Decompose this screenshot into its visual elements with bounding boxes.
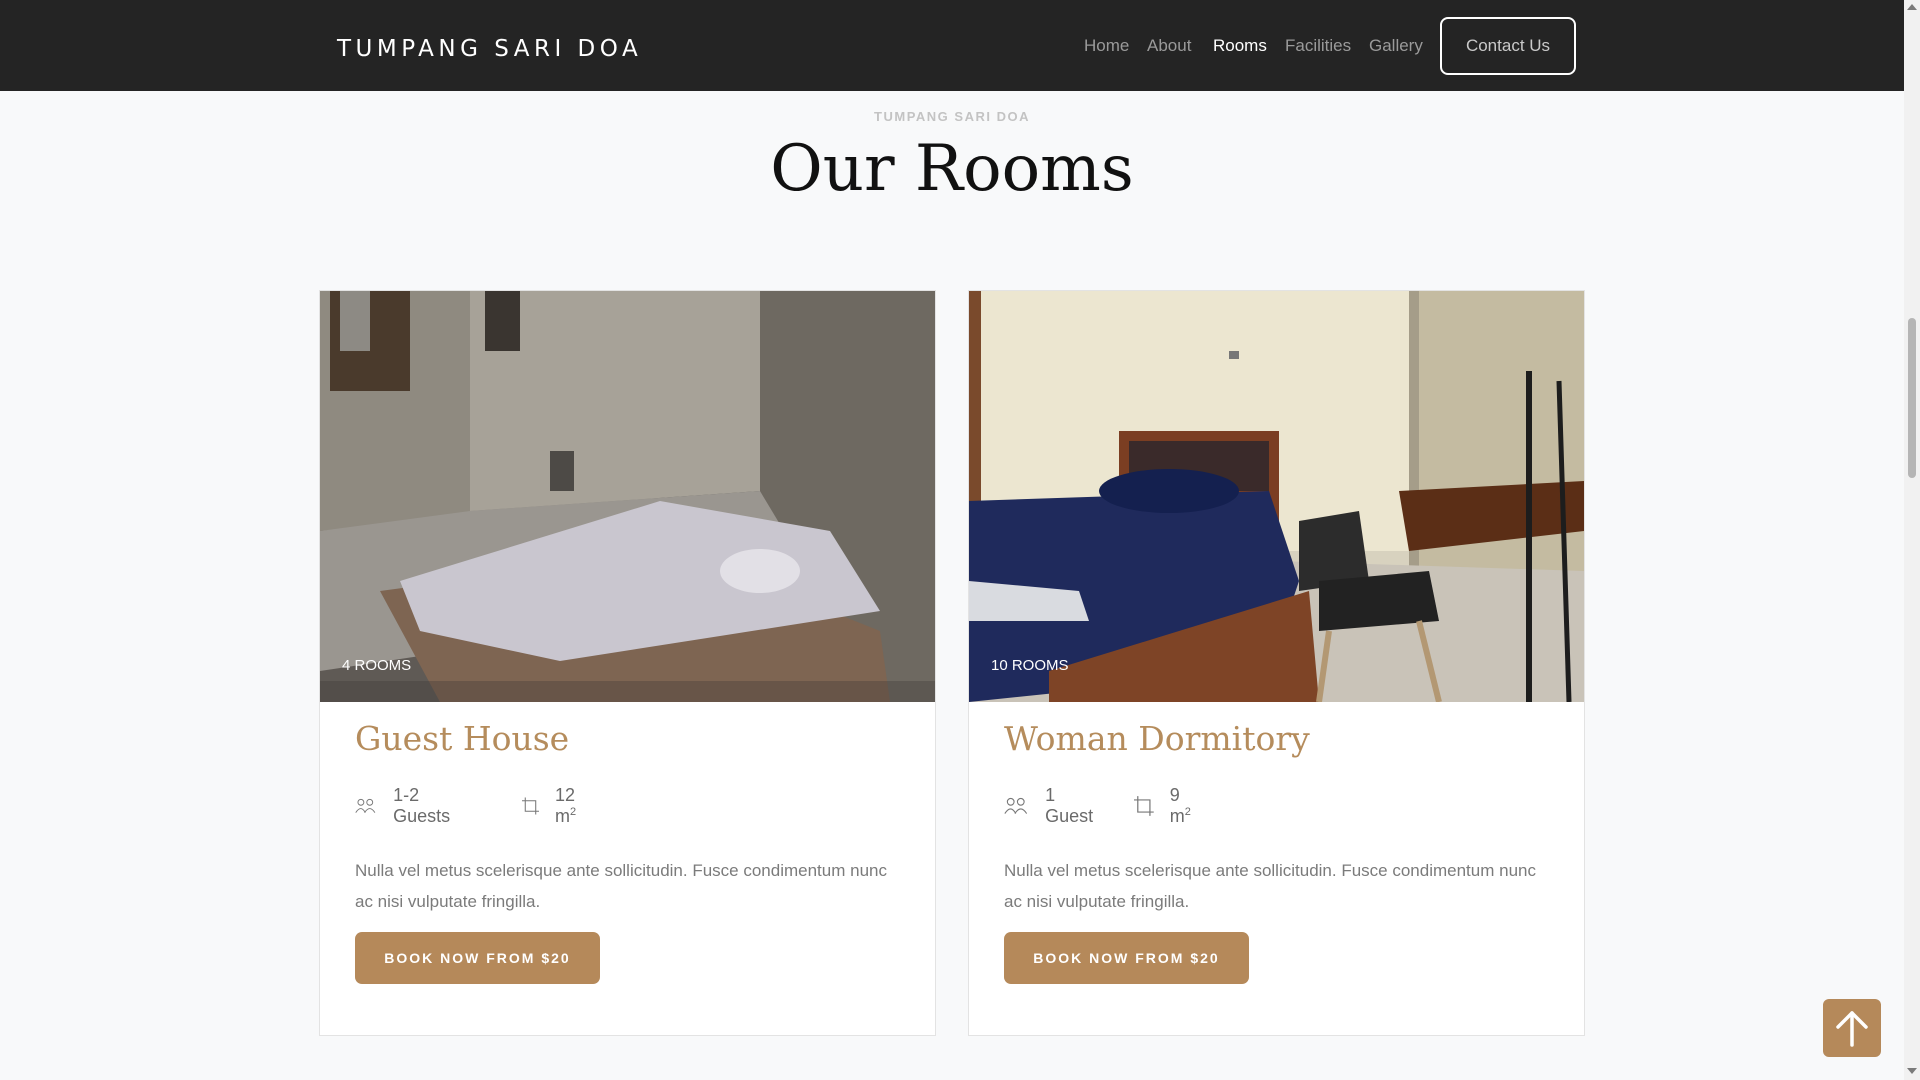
- arrow-up-icon: [1836, 1011, 1868, 1047]
- size-info: 12 m2: [522, 785, 585, 827]
- size-label: 12 m2: [554, 785, 577, 826]
- section-title: Our Rooms: [770, 132, 1134, 206]
- navbar: TUMPANG SARI DOA Home About Rooms Facili…: [0, 0, 1904, 91]
- rooms-count-badge: 10 ROOMS: [991, 657, 1069, 674]
- size-info: 9 m2: [1134, 785, 1197, 827]
- room-card-guest-house: 4 ROOMS Guest House 1-2 Guests 12 m2 Nul…: [319, 290, 936, 1036]
- size-label: 9 m2: [1169, 785, 1191, 826]
- nav-link-gallery[interactable]: Gallery: [1369, 36, 1423, 56]
- nav-link-about[interactable]: About: [1147, 36, 1191, 56]
- guests-info: 1-2 Guests: [355, 785, 458, 827]
- scroll-down-arrow[interactable]: [1907, 1068, 1917, 1074]
- room-description: Nulla vel metus scelerisque ante sollici…: [1004, 861, 1536, 911]
- room-description: Nulla vel metus scelerisque ante sollici…: [355, 861, 887, 911]
- book-now-button[interactable]: BOOK NOW FROM $20: [355, 932, 600, 984]
- users-icon: [1004, 797, 1028, 814]
- room-image[interactable]: 4 ROOMS: [320, 291, 935, 702]
- room-photo-guest-house: [320, 291, 935, 702]
- room-image[interactable]: 10 ROOMS: [969, 291, 1584, 702]
- scroll-thumb[interactable]: [1908, 318, 1916, 478]
- scroll-up-arrow[interactable]: [1907, 4, 1917, 10]
- room-photo-woman-dormitory: [969, 291, 1584, 702]
- guests-label: 1 Guest: [1045, 785, 1094, 826]
- crop-icon: [1134, 796, 1154, 816]
- rooms-count-badge: 4 ROOMS: [342, 657, 412, 674]
- scrollbar[interactable]: [1904, 0, 1920, 1080]
- nav-link-home[interactable]: Home: [1084, 36, 1129, 56]
- section-eyebrow: TUMPANG SARI DOA: [874, 109, 1030, 124]
- back-to-top-button[interactable]: [1823, 999, 1881, 1057]
- room-title[interactable]: Woman Dormitory: [1004, 719, 1310, 758]
- contact-us-button[interactable]: Contact Us: [1440, 17, 1576, 75]
- room-card-woman-dormitory: 10 ROOMS Woman Dormitory 1 Guest 9 m2 Nu…: [968, 290, 1585, 1036]
- nav-link-facilities[interactable]: Facilities: [1285, 36, 1351, 56]
- guests-info: 1 Guest: [1004, 785, 1098, 827]
- book-now-button[interactable]: BOOK NOW FROM $20: [1004, 932, 1249, 984]
- brand-logo[interactable]: TUMPANG SARI DOA: [337, 36, 642, 62]
- users-icon: [355, 798, 376, 813]
- room-title[interactable]: Guest House: [355, 719, 569, 758]
- guests-label: 1-2 Guests: [393, 785, 451, 826]
- crop-icon: [522, 797, 539, 815]
- nav-link-rooms[interactable]: Rooms: [1213, 36, 1267, 56]
